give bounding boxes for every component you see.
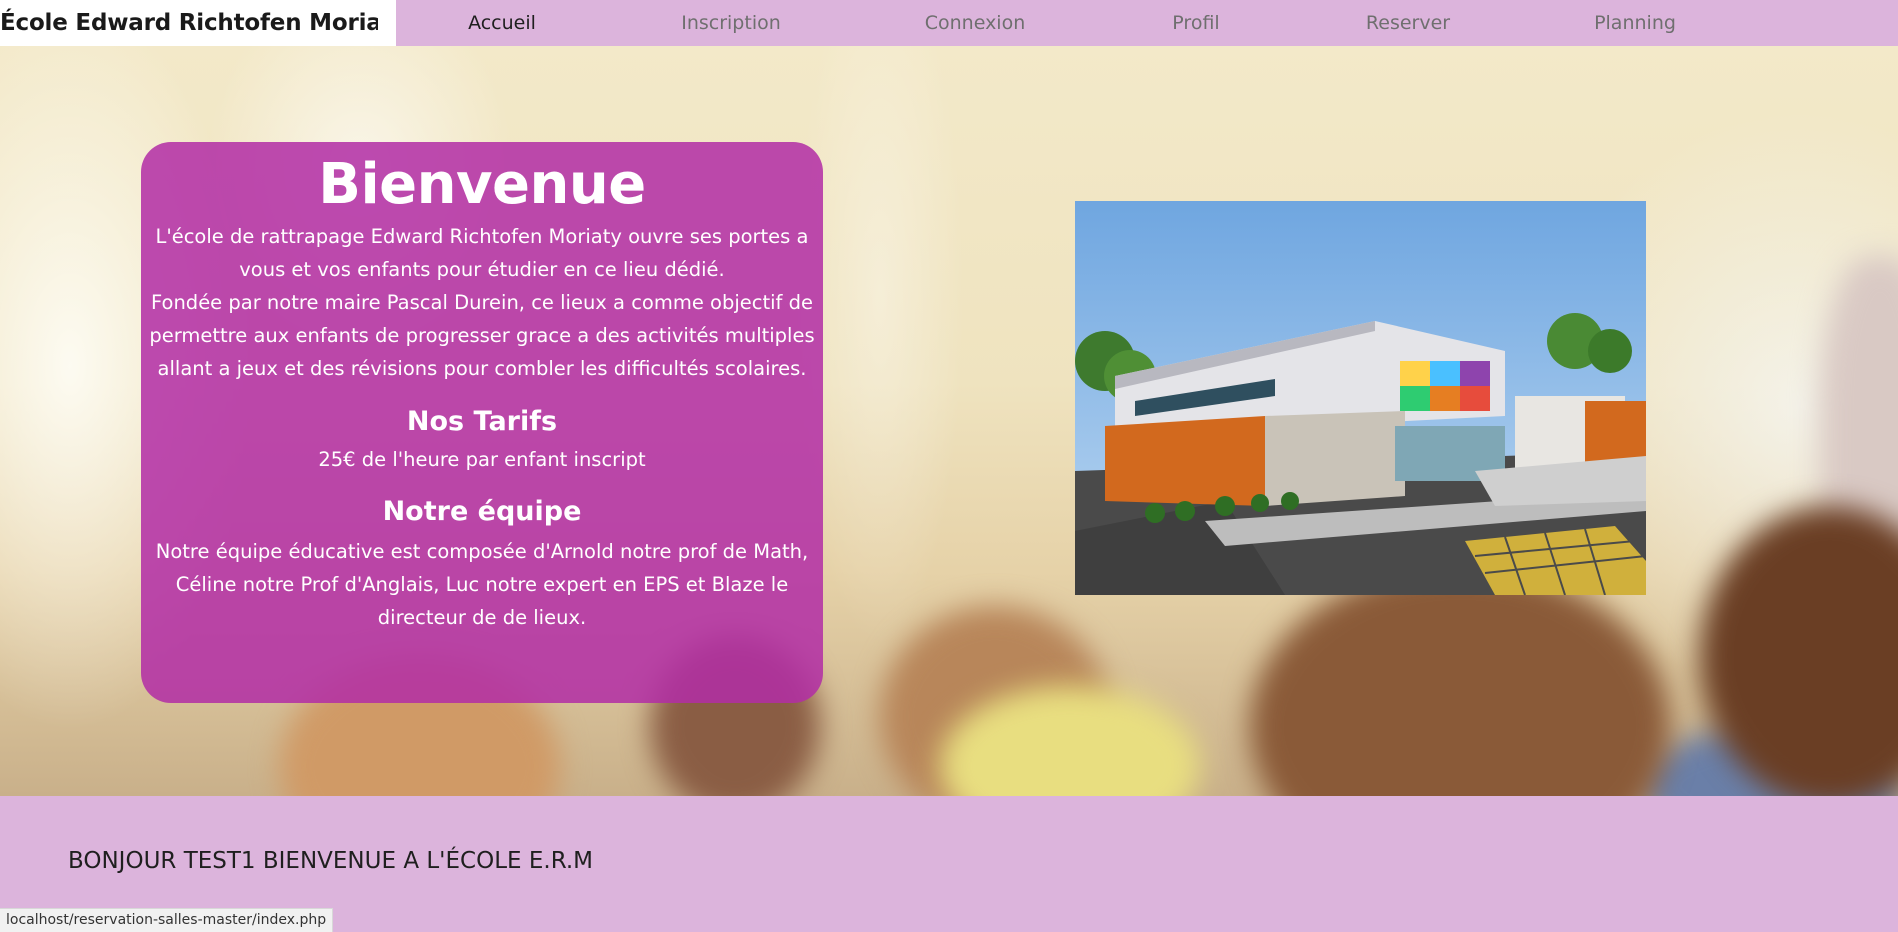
brand-spacer [378,0,396,46]
welcome-title: Bienvenue [318,152,646,217]
nav-link-accueil[interactable]: Accueil [468,0,536,46]
nav-link-inscription[interactable]: Inscription [681,0,781,46]
welcome-card: Bienvenue L'école de rattrapage Edward R… [141,142,823,703]
school-building-image [1075,201,1646,595]
nav-link-connexion[interactable]: Connexion [925,0,1026,46]
welcome-intro-1: L'école de rattrapage Edward Richtofen M… [155,225,809,281]
tarifs-text: 25€ de l'heure par enfant inscript [318,448,646,471]
nav-link-profil[interactable]: Profil [1172,0,1219,46]
team-heading: Notre équipe [382,496,582,527]
site-brand[interactable]: École Edward Richtofen Moriaty [0,0,378,46]
tarifs-heading: Nos Tarifs [406,406,558,437]
team-text: Notre équipe éducative est composée d'Ar… [155,540,809,629]
footer-greeting: BONJOUR TEST1 BIENVENUE A L'ÉCOLE E.R.M [68,848,594,874]
nav-link-reserver[interactable]: Reserver [1366,0,1450,46]
main-nav: Accueil Inscription Connexion Profil Res… [396,0,1898,46]
nav-link-planning[interactable]: Planning [1594,0,1676,46]
welcome-intro-2: Fondée par notre maire Pascal Durein, ce… [149,291,815,380]
top-navigation-bar: École Edward Richtofen Moriaty Accueil I… [0,0,1898,46]
browser-status-url: localhost/reservation-salles-master/inde… [0,908,334,932]
